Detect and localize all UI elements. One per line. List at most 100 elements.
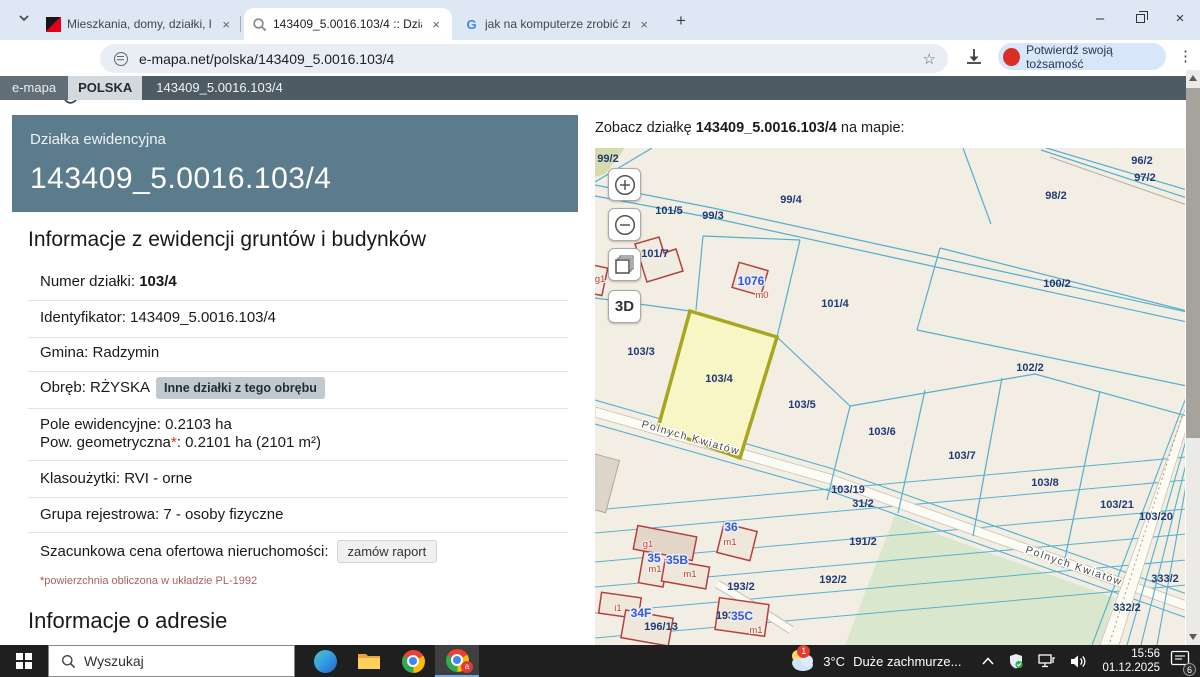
speaker-icon xyxy=(1070,654,1087,669)
url-text[interactable]: e-mapa.net/polska/143409_5.0016.103/4 xyxy=(139,51,923,67)
tab-close-icon[interactable]: × xyxy=(218,17,234,32)
footnote-pl1992: *powierzchnia obliczona w układzie PL-19… xyxy=(40,575,257,587)
layers-button[interactable] xyxy=(608,248,641,281)
layers-icon xyxy=(613,253,637,277)
kebab-menu-icon[interactable]: ⋮ xyxy=(1178,47,1193,65)
building-label: m1 xyxy=(723,537,736,548)
row-klasouzytki: Klasoużytki: RVI - orne xyxy=(40,470,192,487)
parcel-label: 99/3 xyxy=(702,210,723,222)
zoom-out-icon xyxy=(614,214,636,236)
parcel-label: 101/5 xyxy=(655,205,683,217)
parcel-label: 103/8 xyxy=(1031,477,1059,489)
row-identyfikator: Identyfikator: 143409_5.0016.103/4 xyxy=(40,309,276,326)
window-restore-button[interactable] xyxy=(1120,0,1160,36)
search-icon xyxy=(61,654,76,669)
parcel-id-title: 143409_5.0016.103/4 xyxy=(30,162,578,196)
parcel-number-value: 103/4 xyxy=(139,273,177,290)
other-parcels-button[interactable]: Inne działki z tego obrębu xyxy=(156,377,325,399)
bookmark-star-icon[interactable]: ☆ xyxy=(923,50,936,68)
divider xyxy=(28,532,568,533)
screen: Mieszkania, domy, działki, lokal × 14340… xyxy=(0,0,1200,677)
windows-logo-icon xyxy=(16,653,32,669)
taskbar-clock[interactable]: 15:56 01.12.2025 xyxy=(1102,647,1160,675)
taskbar-edge-button[interactable] xyxy=(303,645,347,677)
taskbar-search-box[interactable]: Wyszukaj xyxy=(48,645,295,677)
system-tray: 1 3°C Duże zachmurze... xyxy=(789,647,1200,675)
map-canvas[interactable]: 99/296/297/299/498/2101/599/3101/7100/21… xyxy=(595,148,1185,645)
zoom-in-button[interactable] xyxy=(608,168,641,201)
region-tab-polska[interactable]: POLSKA xyxy=(68,76,142,100)
file-explorer-icon xyxy=(357,651,381,671)
url-bar[interactable]: e-mapa.net/polska/143409_5.0016.103/4 ☆ xyxy=(100,44,948,73)
tray-expand-button[interactable] xyxy=(982,657,994,665)
restore-icon xyxy=(1136,14,1145,23)
address-label: 35C xyxy=(731,609,753,623)
row-grupa-rejestrowa: Grupa rejestrowa: 7 - osoby fizyczne xyxy=(40,506,283,523)
building-label: m0 xyxy=(755,290,768,301)
scrollbar-thumb[interactable] xyxy=(1186,88,1200,438)
parcel-label: 103/4 xyxy=(705,373,733,385)
scroll-down-arrow-icon[interactable] xyxy=(1189,634,1197,640)
address-label: 34F xyxy=(631,606,652,620)
weather-temperature[interactable]: 3°C xyxy=(823,654,845,669)
downloads-icon[interactable] xyxy=(964,47,984,67)
tray-network-button[interactable] xyxy=(1038,654,1056,668)
profile-avatar-icon xyxy=(1003,48,1020,66)
order-report-button[interactable]: zamów raport xyxy=(337,540,438,563)
tab-close-icon[interactable]: × xyxy=(636,17,652,32)
scroll-up-arrow-icon[interactable] xyxy=(1189,75,1197,81)
new-tab-button[interactable]: + xyxy=(676,11,686,31)
parcel-label: 333/2 xyxy=(1151,573,1179,585)
parcel-label: 196/13 xyxy=(644,621,678,633)
parcel-label: 99/2 xyxy=(597,153,618,165)
site-info-icon[interactable] xyxy=(114,52,128,66)
window-minimize-button[interactable]: – xyxy=(1080,0,1120,36)
parcel-label: 332/2 xyxy=(1113,602,1141,614)
tab-google-search[interactable]: G jak na komputerze zrobić zrzut × xyxy=(456,8,660,40)
notification-center-button[interactable]: 6 xyxy=(1170,650,1190,672)
parcel-label: 101/4 xyxy=(821,298,849,310)
row-pow-geometryczna: Pow. geometryczna*: 0.2101 ha (2101 m²) xyxy=(40,434,321,451)
chrome-profile-badge: a xyxy=(461,661,473,673)
cadastral-map[interactable]: 99/296/297/299/498/2101/599/3101/7100/21… xyxy=(595,148,1185,645)
chrome-icon xyxy=(402,650,425,673)
address-label: 35 xyxy=(647,551,661,565)
start-button[interactable] xyxy=(0,645,48,677)
tab-search-chevron-icon[interactable] xyxy=(18,12,30,24)
divider xyxy=(28,408,568,409)
row-gmina: Gmina: Radzymin xyxy=(40,344,159,361)
taskbar-chrome-active-button[interactable]: a xyxy=(435,645,479,677)
weather-widget[interactable]: 1 xyxy=(789,647,819,675)
parcel-label: 193/2 xyxy=(727,581,755,593)
emapa-brand[interactable]: e-mapa xyxy=(0,76,68,100)
zoom-out-button[interactable] xyxy=(608,208,641,241)
clock-time: 15:56 xyxy=(1102,647,1160,661)
taskbar-chrome-button[interactable] xyxy=(391,645,435,677)
map-3d-button[interactable]: 3D xyxy=(608,290,641,323)
tab-otodom[interactable]: Mieszkania, domy, działki, lokal × xyxy=(38,8,242,40)
parcel-label: 31/2 xyxy=(852,498,873,510)
parcel-label: 103/6 xyxy=(868,426,896,438)
tab-emapa-active[interactable]: 143409_5.0016.103/4 :: Działka × xyxy=(244,8,452,40)
tab-close-icon[interactable]: × xyxy=(428,17,444,32)
page-scrollbar[interactable] xyxy=(1186,70,1200,645)
parcel-label: 103/5 xyxy=(788,399,816,411)
tray-defender-button[interactable] xyxy=(1008,653,1024,669)
clock-date: 01.12.2025 xyxy=(1102,661,1160,675)
parcel-label: 102/2 xyxy=(1016,362,1044,374)
building-label: m1 xyxy=(683,569,696,580)
weather-description[interactable]: Duże zachmurze... xyxy=(853,654,961,669)
zoom-in-icon xyxy=(614,174,636,196)
parcel-label: 97/2 xyxy=(1134,172,1155,184)
identity-confirm-chip[interactable]: Potwierdź swoją tożsamość xyxy=(998,43,1166,70)
tray-volume-button[interactable] xyxy=(1070,654,1087,669)
taskbar-explorer-button[interactable] xyxy=(347,645,391,677)
parcel-label: 191/2 xyxy=(849,536,877,548)
parcel-label: 103/3 xyxy=(627,346,655,358)
tab-title: Mieszkania, domy, działki, lokal xyxy=(67,17,212,31)
parcel-label: 103/7 xyxy=(948,450,976,462)
building-label: g1 xyxy=(595,274,605,285)
google-favicon-icon: G xyxy=(464,17,479,32)
site-header: e-mapa POLSKA 143409_5.0016.103/4 xyxy=(0,76,1186,100)
window-close-button[interactable]: × xyxy=(1160,0,1200,36)
